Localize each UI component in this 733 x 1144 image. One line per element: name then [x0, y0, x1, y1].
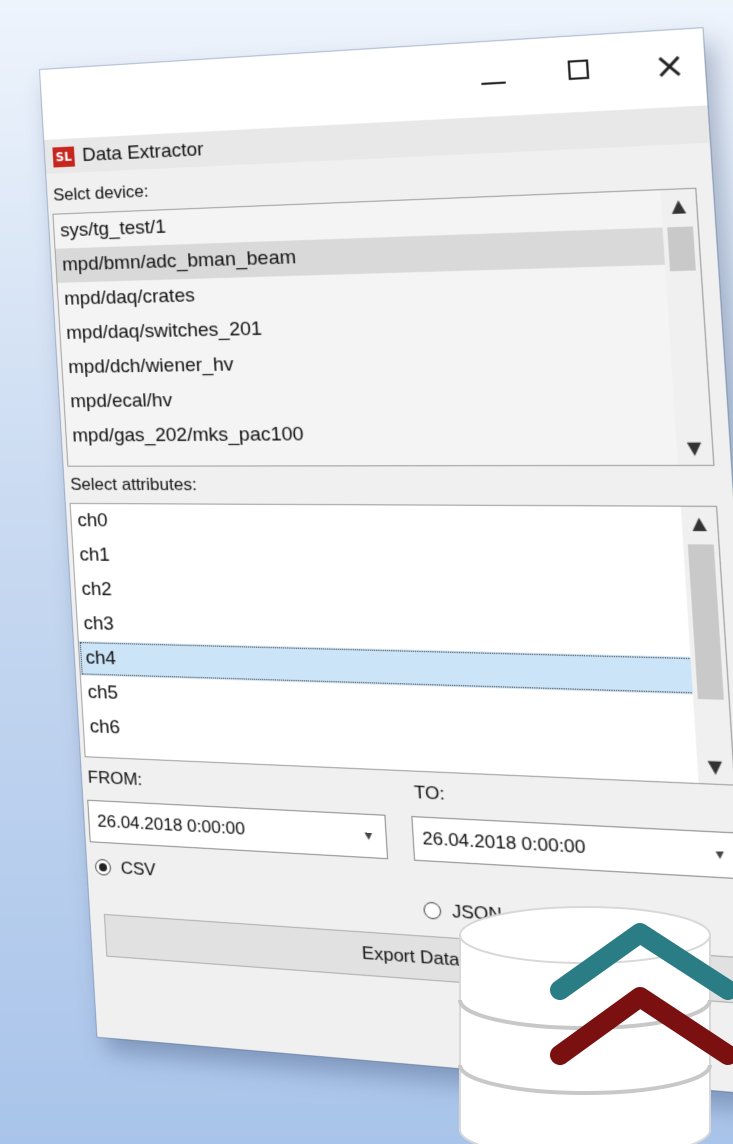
- scroll-down-icon[interactable]: ▼: [696, 750, 733, 785]
- csv-radio[interactable]: CSV: [94, 857, 217, 889]
- app-title: Data Extractor: [81, 138, 205, 167]
- minimize-button[interactable]: [470, 53, 517, 98]
- from-label: FROM:: [87, 767, 143, 790]
- device-label: Selct device:: [52, 181, 149, 205]
- to-label: TO:: [413, 782, 446, 804]
- database-icon: [458, 906, 733, 1144]
- from-date-combobox[interactable]: 26.04.2018 0:00:00 ▾: [87, 799, 389, 860]
- device-listbox[interactable]: sys/tg_test/1 mpd/bmn/adc_bman_beam mpd/da…: [52, 187, 715, 467]
- attributes-label: Select attributes:: [69, 474, 198, 495]
- device-items: sys/tg_test/1 mpd/bmn/adc_bman_beam mpd/da…: [53, 189, 712, 454]
- chevron-down-icon[interactable]: ▾: [705, 841, 733, 869]
- attributes-listbox[interactable]: ch0 ch1 ch2 ch3 ch4 ch5 ch6 ▲ ▼: [69, 502, 733, 786]
- maximize-icon: [567, 59, 590, 81]
- from-date-value: 26.04.2018 0:00:00: [96, 811, 246, 839]
- scroll-thumb[interactable]: [687, 544, 724, 700]
- scroll-down-icon[interactable]: ▼: [676, 432, 713, 465]
- maximize-button[interactable]: [556, 48, 604, 94]
- to-date-combobox[interactable]: 26.04.2018 0:00:00 ▾: [411, 816, 733, 880]
- close-icon: ×: [652, 43, 687, 88]
- scroll-up-icon[interactable]: ▲: [660, 189, 697, 223]
- minimize-icon: [481, 81, 506, 86]
- close-button[interactable]: ×: [645, 42, 695, 89]
- csv-radio-label: CSV: [120, 858, 157, 880]
- device-list-item[interactable]: mpd/gas_202/mks_pac100: [66, 414, 713, 454]
- attribute-items: ch0 ch1 ch2 ch3 ch4 ch5 ch6: [71, 504, 733, 771]
- radio-indicator: [423, 901, 442, 920]
- to-date-value: 26.04.2018 0:00:00: [421, 828, 587, 858]
- scroll-thumb[interactable]: [667, 226, 696, 272]
- scroll-up-icon[interactable]: ▲: [681, 507, 718, 540]
- radio-indicator: [94, 858, 112, 876]
- app-logo: SL: [52, 146, 76, 168]
- chevron-down-icon[interactable]: ▾: [355, 823, 382, 850]
